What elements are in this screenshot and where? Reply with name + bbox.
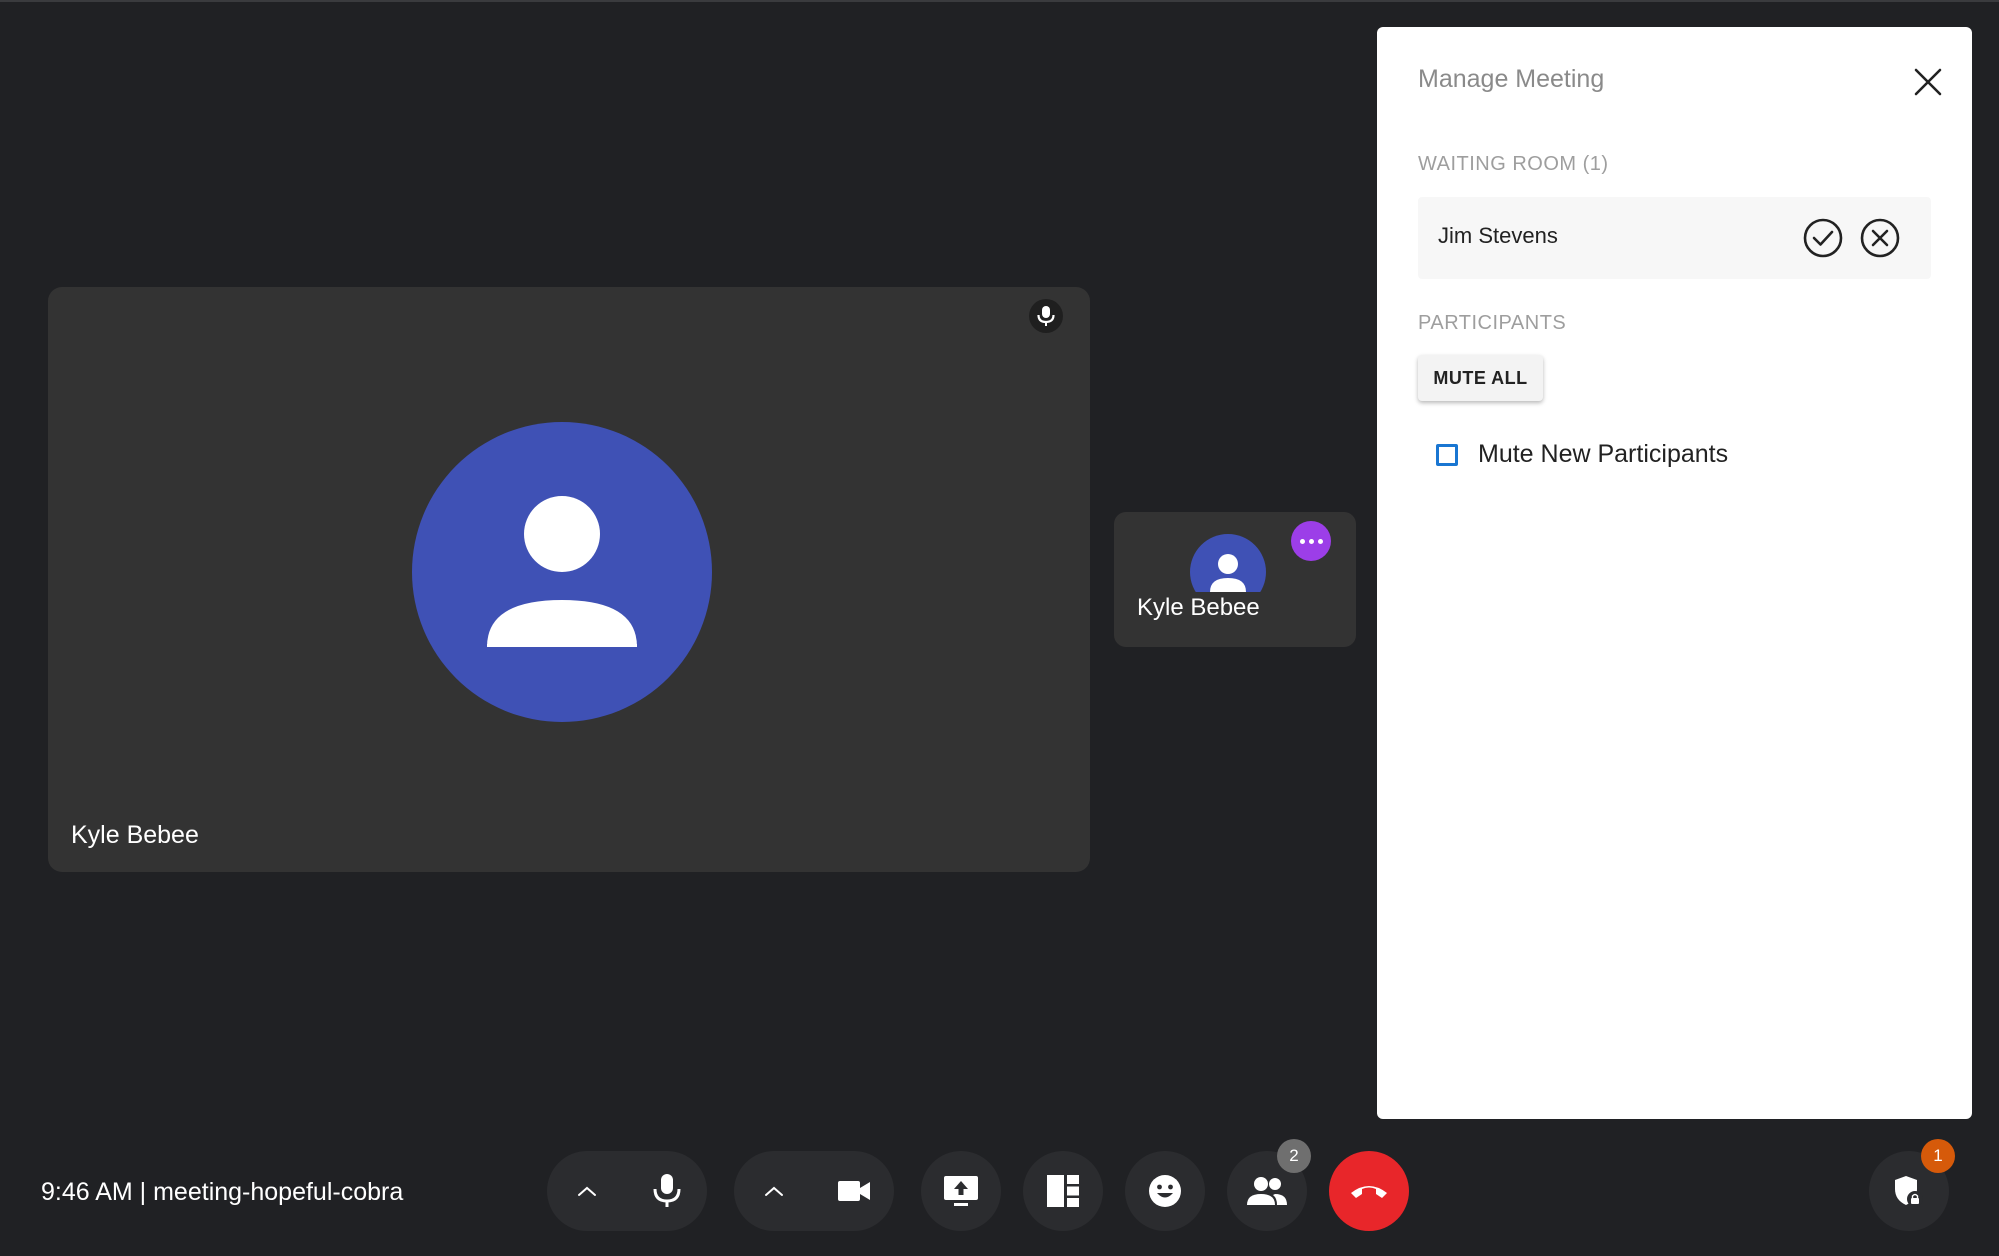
microphone-icon	[653, 1174, 681, 1207]
participants-count-badge: 2	[1277, 1139, 1311, 1173]
security-button[interactable]: 1	[1869, 1139, 1955, 1231]
shield-lock-icon	[1895, 1176, 1923, 1207]
participant-name: Kyle Bebee	[71, 821, 199, 849]
window-top-border	[0, 0, 1999, 2]
person-icon	[487, 496, 637, 647]
close-icon	[1914, 68, 1942, 96]
video-camera-icon	[838, 1181, 870, 1201]
more-horizontal-icon-dot	[1317, 538, 1323, 544]
security-notification-badge: 1	[1921, 1139, 1955, 1173]
layout-icon	[1047, 1175, 1079, 1207]
check-circle-icon	[1803, 218, 1843, 258]
microphone-toggle-button[interactable]	[627, 1151, 707, 1231]
mute-new-participants-option[interactable]: Mute New Participants	[1436, 440, 1728, 469]
x-circle-icon	[1860, 218, 1900, 258]
waiting-room-item: Jim Stevens	[1418, 197, 1931, 279]
main-video-tile[interactable]: Kyle Bebee	[48, 287, 1090, 872]
chevron-up-icon	[578, 1186, 596, 1196]
microphone-control-group	[547, 1151, 707, 1231]
people-icon	[1247, 1177, 1287, 1205]
participants-button[interactable]: 2	[1227, 1139, 1311, 1231]
avatar	[412, 422, 712, 722]
reactions-button[interactable]	[1125, 1151, 1205, 1231]
mute-new-participants-label: Mute New Participants	[1478, 440, 1729, 468]
waiting-person-name: Jim Stevens	[1438, 223, 1558, 248]
more-horizontal-icon	[1299, 538, 1305, 544]
waiting-room-label: WAITING ROOM (1)	[1418, 153, 1609, 175]
deny-button[interactable]	[1859, 217, 1901, 259]
leave-meeting-button[interactable]	[1329, 1151, 1409, 1231]
participant-name: Kyle Bebee	[1137, 592, 1337, 622]
manage-meeting-panel: Manage Meeting WAITING ROOM (1) Jim Stev…	[1377, 27, 1972, 1119]
more-horizontal-icon-dot	[1308, 538, 1314, 544]
panel-title: Manage Meeting	[1418, 65, 1605, 93]
screen-share-icon	[944, 1176, 978, 1206]
participants-label: PARTICIPANTS	[1418, 312, 1567, 334]
mute-all-button[interactable]: MUTE ALL	[1418, 355, 1543, 401]
microphone-icon	[1029, 299, 1063, 333]
more-options-button[interactable]	[1291, 521, 1331, 561]
participant-thumbnail-tile[interactable]: Kyle Bebee	[1114, 512, 1356, 647]
camera-toggle-button[interactable]	[814, 1151, 894, 1231]
mute-new-participants-checkbox[interactable]	[1436, 443, 1458, 466]
meeting-info: 9:46 AM | meeting-hopeful-cobra	[41, 1178, 404, 1206]
close-button[interactable]	[1911, 65, 1945, 99]
chevron-up-icon	[765, 1186, 783, 1196]
emoji-icon	[1149, 1175, 1181, 1207]
share-screen-button[interactable]	[921, 1151, 1001, 1231]
layout-button[interactable]	[1023, 1151, 1103, 1231]
admit-button[interactable]	[1802, 217, 1844, 259]
hang-up-icon	[1351, 1186, 1387, 1198]
camera-control-group	[734, 1151, 894, 1231]
video-options-button[interactable]	[734, 1151, 814, 1231]
audio-options-button[interactable]	[547, 1151, 627, 1231]
